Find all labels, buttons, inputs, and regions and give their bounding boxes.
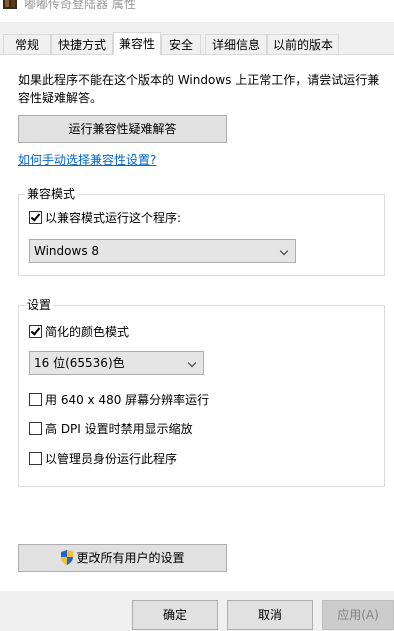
reduced-color-row[interactable]: 简化的颜色模式 — [29, 324, 129, 340]
compat-mode-checkbox[interactable] — [29, 211, 42, 224]
apply-button[interactable]: 应用(A) — [322, 600, 394, 630]
reduced-color-label: 简化的颜色模式 — [45, 325, 130, 339]
tab-security[interactable]: 安全 — [161, 34, 201, 54]
run-640-checkbox[interactable] — [29, 393, 42, 406]
reduced-color-checkbox[interactable] — [29, 325, 42, 338]
tab-strip: 常规 快捷方式 兼容性 安全 详细信息 以前的版本 — [0, 32, 394, 55]
tab-compatibility[interactable]: 兼容性 — [113, 32, 161, 55]
run-troubleshooter-button[interactable]: 运行兼容性疑难解答 — [18, 115, 227, 143]
settings-group-label: 设置 — [25, 298, 54, 312]
tab-details[interactable]: 详细信息 — [205, 34, 267, 54]
tab-shortcut[interactable]: 快捷方式 — [51, 34, 113, 54]
run-admin-row[interactable]: 以管理员身份运行此程序 — [29, 451, 177, 467]
ok-button[interactable]: 确定 — [132, 600, 218, 630]
compat-mode-checkbox-row[interactable]: 以兼容模式运行这个程序: — [29, 210, 181, 226]
color-depth-selected: 16 位(65536)色 — [34, 356, 125, 370]
run-640-row[interactable]: 用 640 x 480 屏幕分辨率运行 — [29, 392, 209, 408]
compat-mode-group-label: 兼容模式 — [25, 187, 78, 201]
compat-mode-group: 兼容模式 以兼容模式运行这个程序: Windows 8 — [18, 187, 385, 276]
app-icon — [3, 0, 17, 9]
chevron-down-icon — [187, 358, 197, 368]
checkmark-icon — [30, 325, 41, 336]
tab-previous-versions[interactable]: 以前的版本 — [267, 34, 339, 54]
settings-group: 设置 简化的颜色模式 16 位(65536)色 用 640 x 480 屏幕分辨… — [18, 298, 385, 487]
high-dpi-checkbox[interactable] — [29, 422, 42, 435]
cancel-button[interactable]: 取消 — [227, 600, 313, 630]
run-admin-checkbox[interactable] — [29, 452, 42, 465]
title-bar: 嘟嘟传奇登陆器 属性 — [0, 0, 394, 22]
chevron-down-icon — [279, 246, 289, 256]
change-all-users-label: 更改所有用户的设置 — [76, 551, 185, 565]
uac-shield-icon — [61, 550, 74, 565]
high-dpi-label: 高 DPI 设置时禁用显示缩放 — [45, 422, 193, 436]
manual-compat-link[interactable]: 如何手动选择兼容性设置? — [18, 151, 156, 168]
checkmark-icon — [30, 211, 41, 222]
run-admin-label: 以管理员身份运行此程序 — [45, 452, 178, 466]
compat-description: 如果此程序不能在这个版本的 Windows 上正常工作，请尝试运行兼容性疑难解答… — [18, 73, 380, 105]
compat-os-select[interactable]: Windows 8 — [29, 239, 296, 263]
color-depth-select[interactable]: 16 位(65536)色 — [29, 351, 204, 375]
compat-mode-checkbox-label: 以兼容模式运行这个程序: — [45, 211, 182, 225]
compatibility-panel: 如果此程序不能在这个版本的 Windows 上正常工作，请尝试运行兼容性疑难解答… — [0, 54, 394, 591]
compat-os-selected: Windows 8 — [34, 244, 100, 258]
tab-general[interactable]: 常规 — [3, 34, 51, 54]
window-title: 嘟嘟传奇登陆器 属性 — [24, 0, 136, 11]
run-640-label: 用 640 x 480 屏幕分辨率运行 — [45, 393, 210, 407]
change-all-users-button[interactable]: 更改所有用户的设置 — [18, 544, 227, 572]
high-dpi-row[interactable]: 高 DPI 设置时禁用显示缩放 — [29, 421, 193, 437]
